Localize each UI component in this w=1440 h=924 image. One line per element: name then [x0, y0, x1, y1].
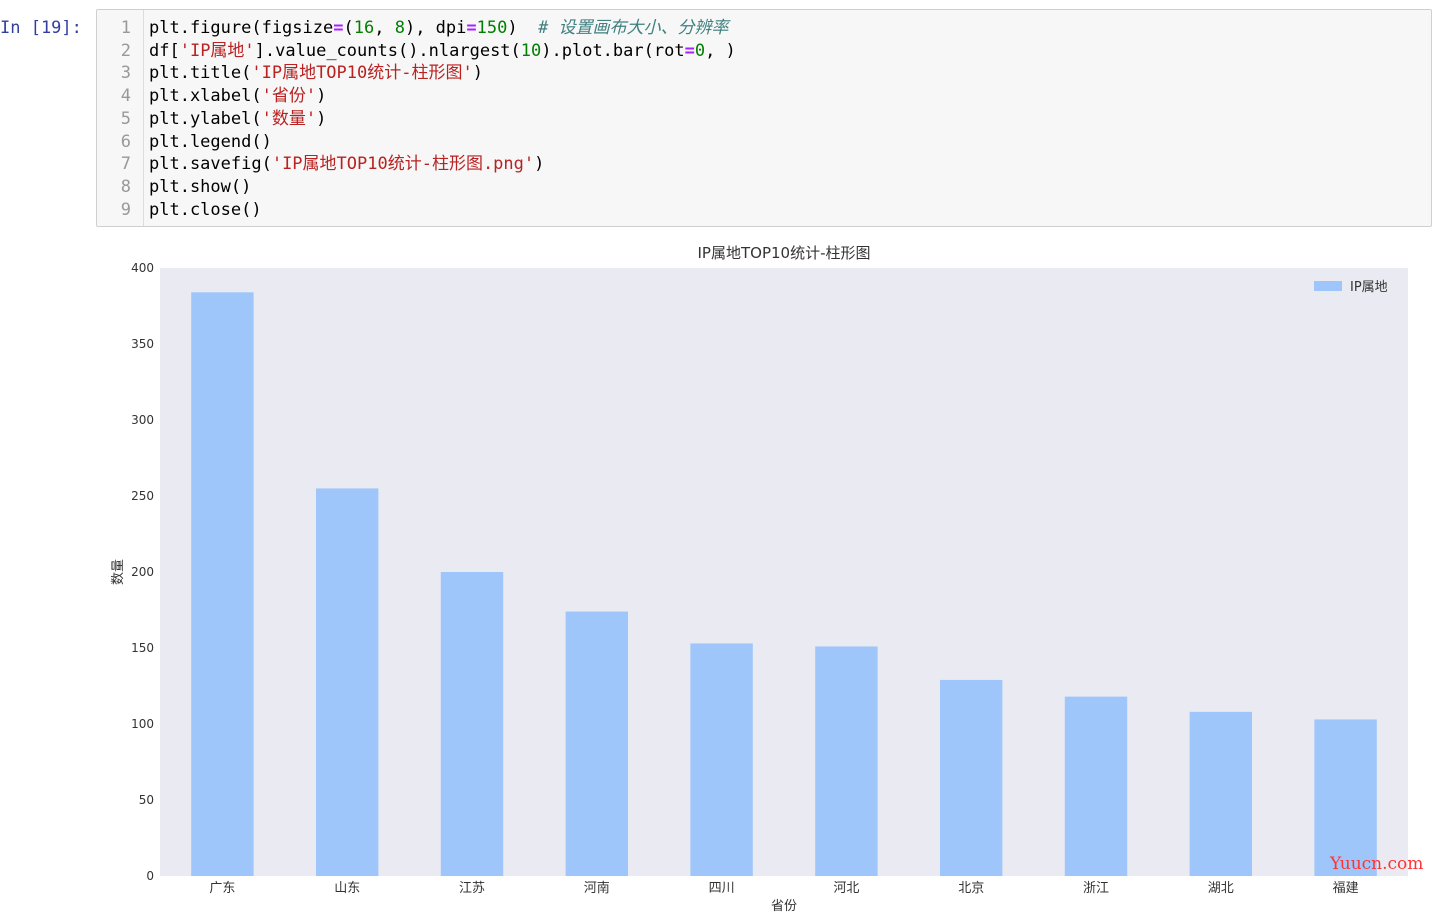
code-token: ), dpi: [404, 18, 467, 38]
y-tick-label: 0: [146, 869, 154, 883]
y-tick-label: 300: [131, 413, 154, 427]
code-token: plt.xlabel(: [149, 86, 262, 107]
code-line[interactable]: plt.legend(): [149, 131, 272, 154]
code-line[interactable]: plt.title('IP属地TOP10统计-柱形图'): [149, 62, 483, 85]
code-line[interactable]: plt.close(): [149, 199, 262, 222]
x-tick-label: 浙江: [1083, 881, 1109, 896]
code-token: =: [684, 40, 695, 61]
x-tick-label: 江苏: [459, 880, 485, 896]
y-tick-label: 100: [131, 717, 154, 731]
code-token: ,: [374, 18, 395, 38]
code-token: plt.title(: [149, 63, 252, 84]
code-token: =: [333, 18, 344, 38]
code-token: '数量': [261, 108, 317, 129]
line-number: 7: [120, 154, 131, 175]
code-token: 16: [353, 18, 375, 38]
code-token: =: [466, 18, 477, 38]
code-token: ): [316, 108, 327, 129]
code-token: plt.figure(figsize: [149, 18, 334, 38]
code-token: 10: [520, 40, 542, 61]
code-token: 150: [476, 18, 508, 38]
code-token: plt.legend(): [149, 131, 272, 152]
legend-swatch: [1314, 281, 1342, 291]
bar: [440, 572, 504, 876]
chart-title: IP属地TOP10统计-柱形图: [698, 244, 871, 262]
y-tick-label: 200: [131, 565, 154, 579]
code-token: 'IP属地': [179, 40, 255, 61]
code-token: ): [507, 18, 539, 38]
line-number: 4: [120, 86, 131, 107]
code-token: 'IP属地TOP10统计-柱形图.png': [271, 154, 535, 175]
code-line[interactable]: plt.show(): [149, 176, 251, 199]
bar: [940, 679, 1003, 876]
code-token: , ): [705, 40, 736, 61]
x-tick-label: 广东: [209, 881, 235, 896]
code-token: plt.ylabel(: [149, 108, 262, 129]
code-token: # 设置画布大小、分辨率: [538, 18, 729, 38]
y-axis: 0 50 100 150 200 250 300 350 400: [131, 261, 154, 883]
line-number: 5: [120, 108, 131, 129]
bar: [191, 292, 254, 876]
x-tick-label: 湖北: [1208, 881, 1234, 896]
code-token: df[: [149, 40, 180, 61]
code-token: (: [343, 18, 354, 38]
code-line[interactable]: plt.savefig('IP属地TOP10统计-柱形图.png'): [149, 153, 544, 176]
y-tick-label: 50: [139, 793, 154, 807]
y-tick-label: 350: [131, 337, 154, 351]
bar: [565, 611, 628, 876]
x-tick-label: 山东: [334, 881, 360, 896]
code-token: 0: [694, 40, 706, 61]
watermark: Yuucn.com: [1330, 854, 1424, 874]
bar: [1314, 719, 1377, 876]
x-axis: 广东 山东 江苏 河南 四川 河北 北京 浙江 湖北 福建: [209, 880, 1358, 896]
y-axis-label: 数量: [111, 559, 126, 585]
x-tick-label: 河北: [833, 881, 859, 896]
bar: [690, 643, 753, 876]
code-token: 'IP属地TOP10统计-柱形图': [251, 63, 473, 84]
code-token: '省份': [261, 86, 317, 107]
line-number: 9: [120, 199, 131, 220]
code-line[interactable]: plt.ylabel('数量'): [149, 108, 326, 131]
line-number: 1: [120, 18, 131, 38]
code-token: ): [316, 86, 327, 107]
line-number: 2: [120, 40, 131, 61]
y-tick-label: 400: [131, 261, 154, 275]
y-tick-label: 150: [131, 641, 154, 655]
code-token: ).plot.bar(rot: [541, 40, 685, 61]
code-line[interactable]: plt.figure(figsize=(16, 8), dpi=150) # 设…: [149, 17, 729, 40]
code-token: plt.show(): [149, 176, 252, 197]
x-tick-label: 福建: [1333, 881, 1359, 896]
bar: [1189, 711, 1252, 876]
code-line[interactable]: plt.xlabel('省份'): [149, 85, 326, 108]
cell-output: 0 50 100 150 200 250 300 350 400 广东 山东 江苏 河南 四川 河北 北京 浙…: [96, 236, 1416, 924]
legend-label: IP属地: [1350, 280, 1388, 295]
code-token: ): [472, 63, 483, 84]
bar: [1064, 696, 1128, 876]
x-tick-label: 北京: [958, 881, 984, 896]
code-token: 8: [394, 18, 405, 38]
y-tick-label: 250: [131, 489, 154, 503]
code-token: plt.close(): [149, 199, 262, 220]
x-tick-label: 四川: [709, 881, 735, 896]
code-token: plt.savefig(: [149, 154, 272, 175]
bar: [815, 646, 878, 876]
line-number: 3: [120, 63, 131, 84]
x-axis-label: 省份: [771, 899, 797, 914]
line-number: 8: [120, 176, 131, 197]
cell-prompt: In [19]:: [0, 18, 82, 38]
bar-chart: 0 50 100 150 200 250 300 350 400 广东 山东 江苏 河南 四川 河北 北京 浙…: [111, 244, 1408, 914]
code-cell[interactable]: 1 plt.figure(figsize=(16, 8), dpi=150) # …: [96, 9, 1432, 227]
code-line[interactable]: df['IP属地'].value_counts().nlargest(10).p…: [149, 40, 736, 63]
x-tick-label: 河南: [584, 880, 610, 896]
code-token: ): [534, 154, 545, 175]
code-token: ].value_counts().nlargest(: [254, 40, 521, 61]
line-number: 6: [120, 131, 131, 152]
bar: [316, 488, 379, 876]
